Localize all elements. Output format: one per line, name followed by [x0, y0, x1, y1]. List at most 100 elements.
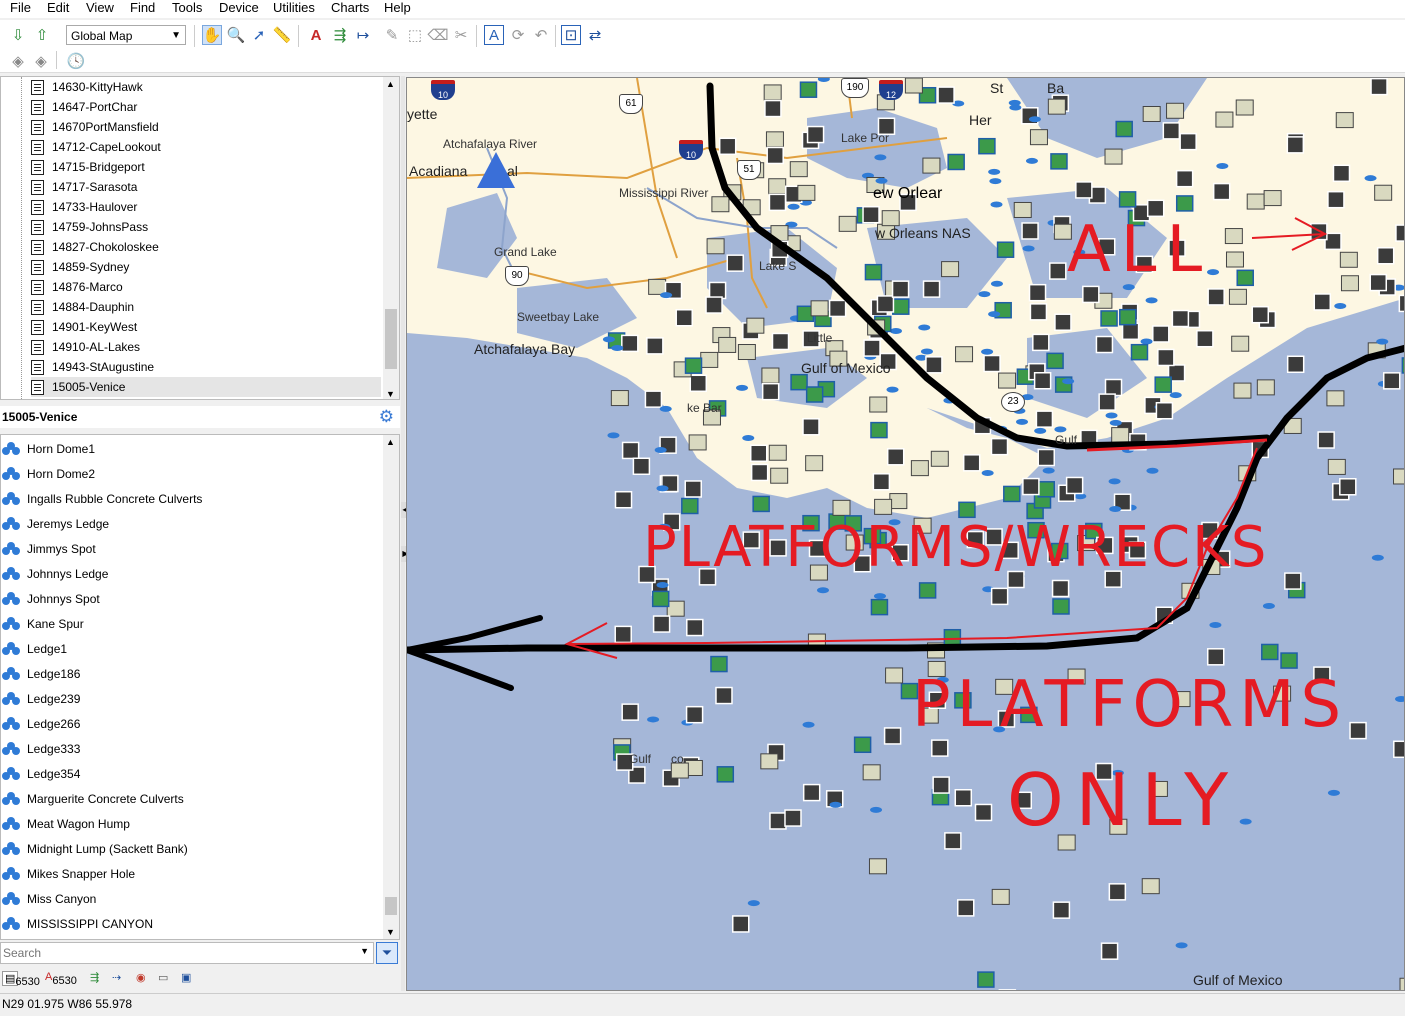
file-item[interactable]: 14715-Bridgeport — [31, 157, 145, 177]
waypoint-item[interactable]: Ledge239 — [1, 688, 80, 710]
label-icon[interactable]: A — [484, 25, 504, 45]
map-canvas[interactable]: yette Atchafalaya River Acadiana al Miss… — [406, 77, 1405, 991]
menu-edit[interactable]: Edit — [47, 0, 69, 16]
file-item[interactable]: 14884-Dauphin — [31, 297, 134, 317]
platform-marker — [828, 299, 847, 318]
geocache-icon[interactable]: ▣ — [181, 971, 191, 984]
scissors-icon[interactable]: ✂ — [451, 25, 471, 45]
points-scrollbar[interactable]: ▲ ▼ — [383, 435, 399, 939]
menu-device[interactable]: Device — [219, 0, 259, 16]
waypoint-item[interactable]: Horn Dome2 — [1, 463, 95, 485]
select-area-icon[interactable]: ⬚ — [405, 25, 425, 45]
menu-tools[interactable]: Tools — [172, 0, 202, 16]
file-item[interactable]: 14717-Sarasota — [31, 177, 137, 197]
next-icon[interactable]: ◈ — [31, 51, 51, 71]
track-icon[interactable]: ⇢ — [112, 971, 121, 984]
file-item[interactable]: 14901-KeyWest — [31, 317, 137, 337]
menu-help[interactable]: Help — [384, 0, 411, 16]
send-to-device-icon[interactable]: ⇧ — [32, 25, 52, 45]
chevron-down-icon[interactable]: ▼ — [360, 946, 369, 956]
waypoint-item[interactable]: Ingalls Rubble Concrete Culverts — [1, 488, 202, 510]
platform-marker — [614, 490, 633, 509]
map-product-select[interactable]: Global Map ▼ — [66, 25, 186, 45]
route-icon[interactable]: ⇶ — [90, 971, 99, 984]
waypoint-tool-icon[interactable]: A — [306, 25, 326, 45]
file-item[interactable]: 14759-JohnsPass — [31, 217, 148, 237]
measure-ruler-icon[interactable]: 📏 — [272, 25, 292, 45]
eraser-icon[interactable]: ⌫ — [427, 25, 448, 45]
waypoint-item[interactable]: Marguerite Concrete Culverts — [1, 788, 184, 810]
scroll-thumb[interactable] — [385, 309, 397, 369]
select-arrow-icon[interactable]: ➚ — [249, 25, 269, 45]
file-item[interactable]: 14827-Chokoloskee — [31, 237, 159, 257]
waypoint-item[interactable]: Ledge1 — [1, 638, 67, 660]
waypoint-item[interactable]: Ledge266 — [1, 713, 80, 735]
gear-icon[interactable]: ⚙ — [379, 407, 394, 427]
menu-charts[interactable]: Charts — [331, 0, 369, 16]
clock-icon[interactable]: 🕓 — [66, 51, 86, 71]
waypoint-label: Johnnys Spot — [27, 592, 100, 606]
scroll-down-icon[interactable]: ▼ — [386, 389, 395, 399]
scroll-down-icon[interactable]: ▼ — [386, 927, 395, 937]
fish-school-icon — [1, 517, 23, 531]
wreck-marker — [768, 444, 787, 461]
fish-marker — [829, 801, 842, 808]
hand-pan-icon[interactable]: ✋ — [202, 25, 222, 45]
wreck-marker — [1399, 977, 1404, 990]
link-icon[interactable]: ⟳ — [508, 25, 528, 45]
zoom-icon[interactable]: 🔍 — [226, 25, 246, 45]
track-tool-icon[interactable]: ↦ — [353, 25, 373, 45]
file-item[interactable]: 14943-StAugustine — [31, 357, 154, 377]
fit-map-icon[interactable]: ⊡ — [561, 25, 581, 45]
tab-waypoints[interactable]: ▤ 6530 — [2, 971, 40, 988]
file-item[interactable]: 14910-AL-Lakes — [31, 337, 140, 357]
fish-marker — [978, 291, 991, 298]
previous-icon[interactable]: ◈ — [8, 51, 28, 71]
menu-utilities[interactable]: Utilities — [273, 0, 315, 16]
waypoint-item[interactable]: Johnnys Spot — [1, 588, 100, 610]
file-item[interactable]: 14859-Sydney — [31, 257, 129, 277]
waypoint-item[interactable]: Jimmys Spot — [1, 538, 96, 560]
photo-icon[interactable]: ▭ — [158, 971, 168, 984]
waypoint-item[interactable]: Horn Dome1 — [1, 438, 95, 460]
adventure-icon[interactable]: ◉ — [136, 971, 146, 984]
file-item[interactable]: 14647-PortChar — [31, 97, 137, 117]
wreck-marker — [1235, 99, 1254, 116]
sync-icon[interactable]: ⇄ — [585, 25, 605, 45]
undo-arrow-icon[interactable]: ↶ — [531, 25, 551, 45]
file-item[interactable]: 14876-Marco — [31, 277, 123, 297]
scroll-thumb[interactable] — [385, 897, 397, 915]
waypoint-item[interactable]: Johnnys Ledge — [1, 563, 108, 585]
file-item[interactable]: 14712-CapeLookout — [31, 137, 161, 157]
waypoint-item[interactable]: Ledge354 — [1, 763, 80, 785]
receive-from-device-icon[interactable]: ⇩ — [8, 25, 28, 45]
waypoint-item[interactable]: Miss Canyon — [1, 888, 96, 910]
waypoint-item[interactable]: MISSISSIPPI CANYON — [1, 913, 153, 935]
menu-find[interactable]: Find — [130, 0, 155, 16]
waypoint-item[interactable]: Meat Wagon Hump — [1, 813, 130, 835]
menu-view[interactable]: View — [86, 0, 114, 16]
search-input[interactable] — [1, 943, 345, 963]
platform-marker — [1152, 325, 1170, 343]
waypoint-item[interactable]: Ledge333 — [1, 738, 80, 760]
file-item[interactable]: 15005-Venice — [31, 377, 381, 397]
route-tool-icon[interactable]: ⇶ — [330, 25, 350, 45]
filter-icon[interactable]: ⏷ — [376, 942, 398, 964]
scroll-up-icon[interactable]: ▲ — [386, 437, 395, 447]
fish-marker — [1334, 302, 1347, 309]
platform-marker — [1327, 190, 1345, 209]
file-item[interactable]: 14733-Haulover — [31, 197, 137, 217]
scroll-up-icon[interactable]: ▲ — [386, 79, 395, 89]
file-item[interactable]: 14630-KittyHawk — [31, 77, 143, 97]
tab-routes[interactable]: A 6530 — [45, 971, 77, 987]
file-item[interactable]: 14670PortMansfield — [31, 117, 159, 137]
files-scrollbar[interactable]: ▲ ▼ — [383, 77, 399, 399]
panel-splitter[interactable] — [401, 76, 405, 991]
waypoint-item[interactable]: Jeremys Ledge — [1, 513, 109, 535]
menu-file[interactable]: File — [10, 0, 31, 16]
waypoint-item[interactable]: Midnight Lump (Sackett Bank) — [1, 838, 188, 860]
edit-pencil-icon[interactable]: ✎ — [382, 25, 402, 45]
waypoint-item[interactable]: Kane Spur — [1, 613, 84, 635]
waypoint-item[interactable]: Ledge186 — [1, 663, 80, 685]
waypoint-item[interactable]: Mikes Snapper Hole — [1, 863, 135, 885]
